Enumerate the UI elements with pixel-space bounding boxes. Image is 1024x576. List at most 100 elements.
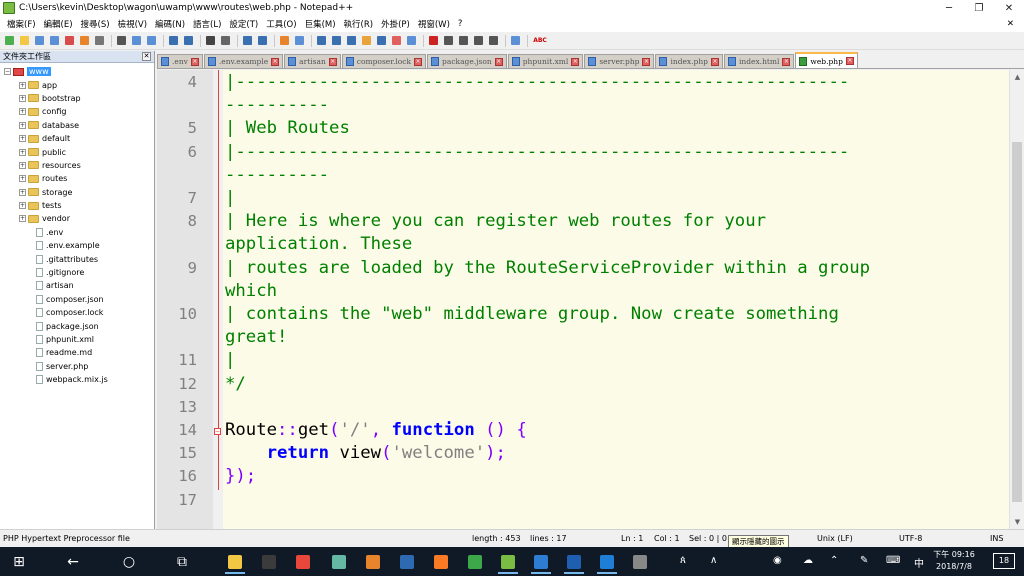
taskbar-app-4[interactable] — [324, 550, 354, 574]
expand-icon[interactable]: + — [19, 94, 26, 102]
app-tray-icon[interactable]: ◉ — [773, 555, 782, 566]
undo-icon[interactable] — [167, 34, 180, 47]
menu-item-1[interactable]: 編輯(E) — [40, 18, 77, 30]
maximize-button[interactable]: ❐ — [964, 0, 994, 16]
tree-file-row[interactable]: phpunit.xml — [0, 333, 154, 346]
tree-file-row[interactable]: artisan — [0, 279, 154, 292]
menu-item-4[interactable]: 編碼(N) — [151, 18, 189, 30]
menu-item-8[interactable]: 巨集(M) — [301, 18, 340, 30]
zoom-out-icon[interactable] — [256, 34, 269, 47]
task-view-button[interactable]: ⧉ — [167, 550, 197, 574]
collapse-icon[interactable]: − — [4, 68, 11, 76]
replace-icon[interactable] — [219, 34, 232, 47]
status-mode[interactable]: INS — [990, 534, 1003, 543]
system-clock[interactable]: 下午 09:16 2018/7/8 — [928, 549, 980, 573]
tree-file-row[interactable]: .env — [0, 226, 154, 239]
sync-v-icon[interactable] — [278, 34, 291, 47]
save-icon[interactable] — [33, 34, 46, 47]
tab-env[interactable]: .env × — [157, 54, 203, 68]
tree-folder-row[interactable]: + resources — [0, 159, 154, 172]
tree-file-row[interactable]: server.php — [0, 360, 154, 373]
new-file-icon[interactable] — [3, 34, 16, 47]
expand-icon[interactable]: + — [19, 161, 26, 169]
status-encoding[interactable]: UTF-8 — [899, 534, 922, 543]
tree-folder-row[interactable]: + database — [0, 119, 154, 132]
cut-icon[interactable] — [115, 34, 128, 47]
keyboard-icon[interactable]: ⌨ — [886, 555, 900, 566]
function-list-icon[interactable] — [390, 34, 403, 47]
tree-file-row[interactable]: readme.md — [0, 346, 154, 359]
menu-item-10[interactable]: 外掛(P) — [377, 18, 414, 30]
status-eol[interactable]: Unix (LF) — [817, 534, 853, 543]
expand-icon[interactable]: + — [19, 175, 26, 183]
ime-indicator[interactable]: 中 — [914, 555, 924, 570]
tree-file-row[interactable]: .gitignore — [0, 266, 154, 279]
record-macro-icon[interactable] — [427, 34, 440, 47]
expand-icon[interactable]: + — [19, 202, 26, 210]
copy-icon[interactable] — [130, 34, 143, 47]
expand-icon[interactable]: + — [19, 215, 26, 223]
tab-phpunit-xml[interactable]: phpunit.xml × — [507, 54, 584, 68]
play-multiple-icon[interactable] — [472, 34, 485, 47]
tree-file-row[interactable]: webpack.mix.js — [0, 373, 154, 386]
taskbar-app-8[interactable] — [460, 550, 490, 574]
back-button[interactable]: ← — [58, 550, 88, 574]
tab-web-php[interactable]: web.php × — [795, 52, 858, 68]
expand-icon[interactable]: + — [19, 81, 26, 89]
notepadpp-app-icon[interactable] — [3, 2, 15, 14]
tab-package-json[interactable]: package.json × — [427, 54, 507, 68]
tree-folder-row[interactable]: + default — [0, 132, 154, 145]
tab-composer-lock[interactable]: composer.lock × — [341, 54, 427, 68]
menu-item-9[interactable]: 執行(R) — [340, 18, 378, 30]
tab-close-icon[interactable]: × — [494, 57, 503, 66]
menu-item-5[interactable]: 語言(L) — [189, 18, 225, 30]
tree-file-row[interactable]: .gitattributes — [0, 252, 154, 265]
open-file-icon[interactable] — [18, 34, 31, 47]
spellcheck-icon[interactable]: ABC — [531, 34, 549, 47]
people-icon[interactable]: ጰ — [680, 555, 686, 566]
tab-close-icon[interactable]: × — [328, 57, 337, 66]
doc-map-icon[interactable] — [375, 34, 388, 47]
tree-file-row[interactable]: composer.json — [0, 293, 154, 306]
taskbar-notepad-plus-plus[interactable] — [493, 550, 523, 574]
tray-expand-icon[interactable]: ∧ — [710, 555, 717, 566]
tree-folder-row[interactable]: + routes — [0, 172, 154, 185]
taskbar-uwamp[interactable] — [559, 550, 589, 574]
expand-icon[interactable]: + — [19, 108, 26, 116]
tree-folder-row[interactable]: + bootstrap — [0, 92, 154, 105]
taskbar-chrome[interactable] — [288, 550, 318, 574]
scroll-down-arrow-icon[interactable]: ▼ — [1010, 515, 1024, 529]
scroll-up-arrow-icon[interactable]: ▲ — [1010, 70, 1024, 84]
udl-icon[interactable] — [360, 34, 373, 47]
pen-tray-icon[interactable]: ✎ — [860, 555, 868, 566]
menu-item-7[interactable]: 工具(O) — [262, 18, 300, 30]
tab-close-icon[interactable]: × — [782, 57, 791, 66]
tree-file-row[interactable]: composer.lock — [0, 306, 154, 319]
tab-server-php[interactable]: server.php × — [584, 54, 655, 68]
fold-toggle-icon[interactable]: − — [214, 428, 221, 435]
taskbar-app-2[interactable] — [254, 550, 284, 574]
code-text-area[interactable]: |---------------------------------------… — [223, 70, 1009, 529]
tree-folder-row[interactable]: + vendor — [0, 212, 154, 225]
tree-folder-row[interactable]: + app — [0, 78, 154, 91]
sync-h-icon[interactable] — [293, 34, 306, 47]
word-wrap-icon[interactable] — [315, 34, 328, 47]
tree-folder-row[interactable]: + config — [0, 105, 154, 118]
close-all-icon[interactable] — [78, 34, 91, 47]
notification-center-button[interactable]: 18 — [993, 553, 1015, 569]
paste-icon[interactable] — [145, 34, 158, 47]
start-button[interactable]: ⊞ — [4, 550, 34, 574]
expand-icon[interactable]: + — [19, 188, 26, 196]
minimize-button[interactable]: ─ — [934, 0, 964, 16]
show-all-chars-icon[interactable] — [330, 34, 343, 47]
folder-workspace-icon[interactable] — [405, 34, 418, 47]
menu-close-icon[interactable]: ✕ — [1003, 19, 1018, 29]
expand-icon[interactable]: + — [19, 148, 26, 156]
folder-panel-close-button[interactable]: ✕ — [142, 52, 151, 61]
tab-index-php[interactable]: index.php × — [655, 54, 723, 68]
weather-tray-icon[interactable]: ☁ — [803, 555, 813, 566]
print-icon[interactable] — [93, 34, 106, 47]
tab-close-icon[interactable]: × — [845, 57, 854, 65]
tab-env-example[interactable]: .env.example × — [203, 54, 284, 68]
taskbar-virtualbox[interactable] — [392, 550, 422, 574]
